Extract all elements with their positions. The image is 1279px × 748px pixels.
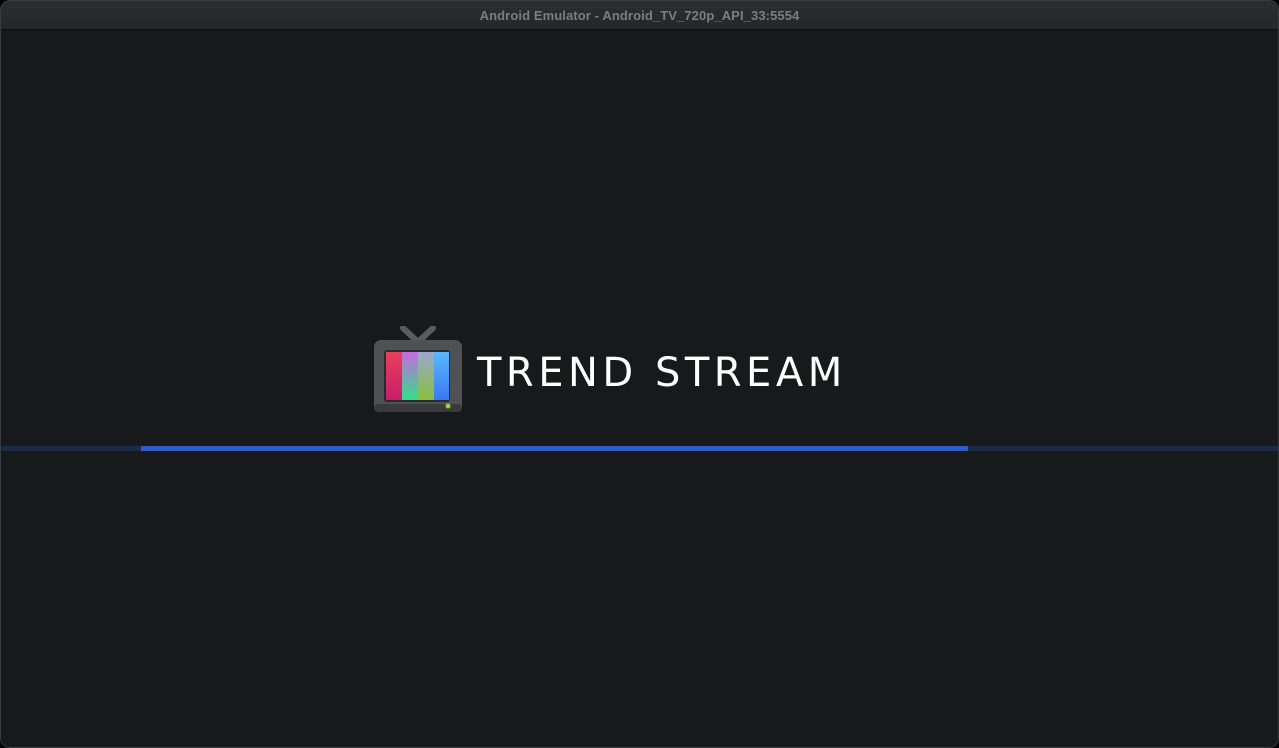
emulator-window: Android Emulator - Android_TV_720p_API_3… <box>0 0 1279 748</box>
tv-screen[interactable]: TREND STREAM <box>1 30 1278 747</box>
loading-progress-fill <box>141 446 968 451</box>
loading-progress-bar <box>1 446 1278 451</box>
window-titlebar[interactable]: Android Emulator - Android_TV_720p_API_3… <box>1 1 1278 30</box>
app-logo: TREND STREAM <box>373 326 847 416</box>
retro-tv-icon <box>374 326 462 412</box>
window-title: Android Emulator - Android_TV_720p_API_3… <box>479 7 800 23</box>
brand-name: TREND STREAM <box>477 350 847 396</box>
